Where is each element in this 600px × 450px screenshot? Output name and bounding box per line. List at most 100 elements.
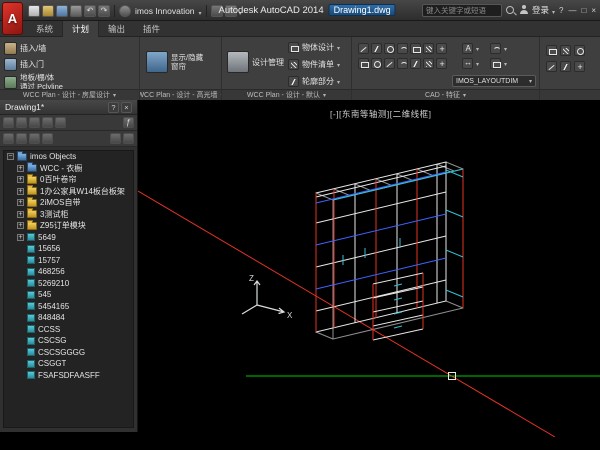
panel-label-highlight-wall[interactable]: WCC Plan - 设计 - 高光墙 (140, 89, 221, 100)
sort-asc-icon[interactable] (110, 133, 121, 144)
tree-item[interactable]: 0百叶卷帘 (4, 174, 133, 186)
group-tool-icon[interactable] (546, 61, 557, 72)
tree-item[interactable]: CSGGT (4, 358, 133, 370)
tree-item[interactable]: 848484 (4, 312, 133, 324)
expander-icon[interactable] (7, 153, 14, 160)
sign-in-chevron-icon[interactable] (552, 1, 555, 19)
leader-style-button[interactable] (490, 43, 507, 54)
part-list-button[interactable]: 物件清单 (288, 59, 340, 70)
circle-tool-icon[interactable] (384, 43, 395, 54)
tree-item[interactable]: 545 (4, 289, 133, 301)
hatch-tool-icon[interactable] (423, 43, 434, 54)
tree-item[interactable]: CSCSG (4, 335, 133, 347)
tree-item[interactable]: 15757 (4, 255, 133, 267)
close-button[interactable]: × (590, 6, 597, 15)
palette-filter-icon[interactable] (42, 117, 53, 128)
application-menu-button[interactable]: A (2, 2, 23, 35)
expander-icon[interactable] (17, 211, 24, 218)
save-icon[interactable] (56, 5, 68, 17)
dimension-style-button[interactable] (462, 58, 479, 69)
view-thumb-icon[interactable] (42, 133, 53, 144)
move-tool-icon[interactable] (436, 43, 447, 54)
profile-section-button[interactable]: 轮廓部分 (288, 76, 340, 87)
tab-plugins[interactable]: 插件 (134, 21, 169, 37)
open-folder-icon[interactable] (42, 5, 54, 17)
block-tool-icon[interactable] (546, 45, 557, 56)
palette-new-icon[interactable] (3, 117, 14, 128)
rectangle-tool-icon[interactable] (410, 43, 421, 54)
redo-icon[interactable]: ↷ (98, 5, 110, 17)
table-style-button[interactable] (490, 58, 507, 69)
search-input[interactable] (422, 4, 502, 17)
help-button[interactable]: ? (558, 6, 564, 15)
search-icon[interactable] (505, 5, 516, 16)
workspace-selector[interactable]: imos Innovation (135, 6, 195, 16)
tree-item[interactable]: CCSS (4, 324, 133, 336)
xline-tool-icon[interactable] (384, 58, 395, 69)
rotate-tool-icon[interactable] (371, 58, 382, 69)
expander-icon[interactable] (17, 234, 24, 241)
expander-icon[interactable] (17, 199, 24, 206)
view-tree-icon[interactable] (16, 133, 27, 144)
expander-icon[interactable] (17, 222, 24, 229)
dim-style-combo[interactable]: IMOS_LAYOUTDIM (452, 75, 536, 87)
panel-label-house-design[interactable]: WCC Plan - 设计 - 房屋设计 (0, 89, 139, 100)
view-tool-icon[interactable] (560, 61, 571, 72)
tree-item[interactable]: FSAFSDFAASFF (4, 370, 133, 382)
expander-icon[interactable] (17, 188, 24, 195)
tab-plan[interactable]: 计划 (62, 21, 99, 37)
palette-refresh-icon[interactable] (29, 117, 40, 128)
sign-in-button[interactable]: 登录 (532, 4, 549, 16)
panel-label-default[interactable]: WCC Plan - 设计 - 默认 (222, 89, 351, 100)
chevron-down-icon[interactable] (199, 2, 202, 20)
palette-title-bar[interactable]: Drawing1* ? × (0, 100, 137, 115)
design-manager-button[interactable]: 设计管理 (227, 51, 284, 73)
tree-item[interactable]: 1办公家具W14板台板架 (4, 186, 133, 198)
line-tool-icon[interactable] (358, 43, 369, 54)
tree-item[interactable]: 5269210 (4, 278, 133, 290)
tree-item[interactable]: 2iMOS自带 (4, 197, 133, 209)
palette-help-button[interactable]: ? (108, 102, 119, 113)
tree-item[interactable]: 5649 (4, 232, 133, 244)
panel-label-cad-features[interactable]: CAD - 特征 (352, 89, 539, 100)
text-style-button[interactable] (462, 43, 479, 54)
tab-system[interactable]: 系统 (27, 21, 62, 37)
tree-item[interactable]: WCC - 衣橱 (4, 163, 133, 175)
view-list-icon[interactable] (3, 133, 14, 144)
insert-door-button[interactable]: 插入门 (4, 58, 44, 71)
panel-label-extra[interactable] (540, 89, 600, 100)
tree-item[interactable]: 468256 (4, 266, 133, 278)
palette-settings-icon[interactable] (55, 117, 66, 128)
function-icon[interactable]: ƒ (123, 117, 134, 128)
object-design-button[interactable]: 物体设计 (288, 42, 340, 53)
tree-item[interactable]: Z95订单模块 (4, 220, 133, 232)
tab-output[interactable]: 输出 (99, 21, 134, 37)
insert-wall-button[interactable]: 插入/墙 (4, 42, 46, 55)
pan-tool-icon[interactable] (574, 61, 585, 72)
user-icon[interactable] (519, 5, 529, 15)
expander-icon[interactable] (17, 165, 24, 172)
tree-root[interactable]: imos Objects (4, 151, 133, 163)
model-space-canvas[interactable]: [-][东南等轴测][二维线框] (138, 100, 600, 437)
palette-close-button[interactable]: × (121, 102, 132, 113)
stretch-tool-icon[interactable] (436, 58, 447, 69)
tree-item[interactable]: CSCSGGGG (4, 347, 133, 359)
workspace-gear-icon[interactable] (119, 5, 131, 17)
tree-item[interactable]: 3测试柜 (4, 209, 133, 221)
view-detail-icon[interactable] (29, 133, 40, 144)
plot-icon[interactable] (70, 5, 82, 17)
fillet-tool-icon[interactable] (397, 58, 408, 69)
arc-tool-icon[interactable] (397, 43, 408, 54)
palette-open-icon[interactable] (16, 117, 27, 128)
spline-tool-icon[interactable] (410, 58, 421, 69)
show-hide-curtain-button[interactable]: 显示/隐藏 窗帘 (146, 51, 203, 73)
undo-icon[interactable]: ↶ (84, 5, 96, 17)
polyline-tool-icon[interactable] (371, 43, 382, 54)
gradient-tool-icon[interactable] (423, 58, 434, 69)
measure-tool-icon[interactable] (574, 45, 585, 56)
layer-tool-icon[interactable] (560, 45, 571, 56)
minimize-button[interactable]: — (567, 6, 577, 15)
tree-item[interactable]: 5454165 (4, 301, 133, 313)
expander-icon[interactable] (17, 176, 24, 183)
restore-button[interactable]: □ (580, 6, 587, 15)
